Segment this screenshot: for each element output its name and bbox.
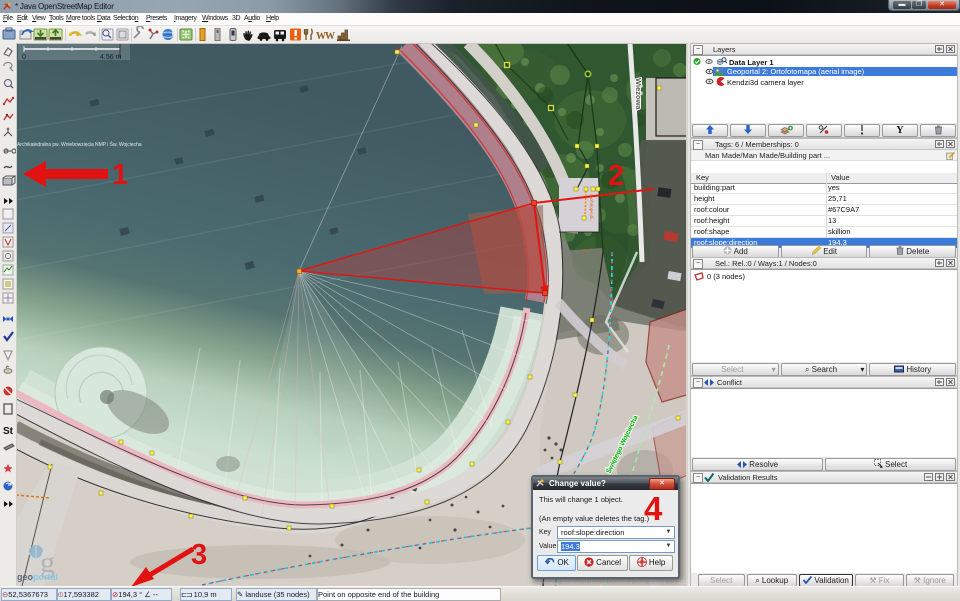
svg-text:0: 0 [22,54,26,61]
svg-text:1: 1 [112,159,128,191]
svg-text:4.56 m: 4.56 m [100,54,122,61]
svg-text:W: W [325,31,335,42]
svg-text:St: St [3,426,14,437]
svg-text:©Mapy Wojewódzkiego Ośrodka Do: ©Mapy Wojewódzkiego Ośrodka Dok. Geod. i… [538,578,686,586]
svg-text:Wieżowa: Wieżowa [634,78,643,110]
svg-text:2: 2 [608,160,624,192]
svg-text:geoportal: geoportal [17,572,58,582]
svg-text:0u..: 0u.. [583,248,591,253]
svg-text:Archikatedralna pw. Wniebowzię: Archikatedralna pw. Wniebowzięcia NMP i … [17,140,142,148]
svg-text:3: 3 [191,539,207,571]
svg-text:roof:slope:di..: roof:slope:di.. [589,194,594,221]
